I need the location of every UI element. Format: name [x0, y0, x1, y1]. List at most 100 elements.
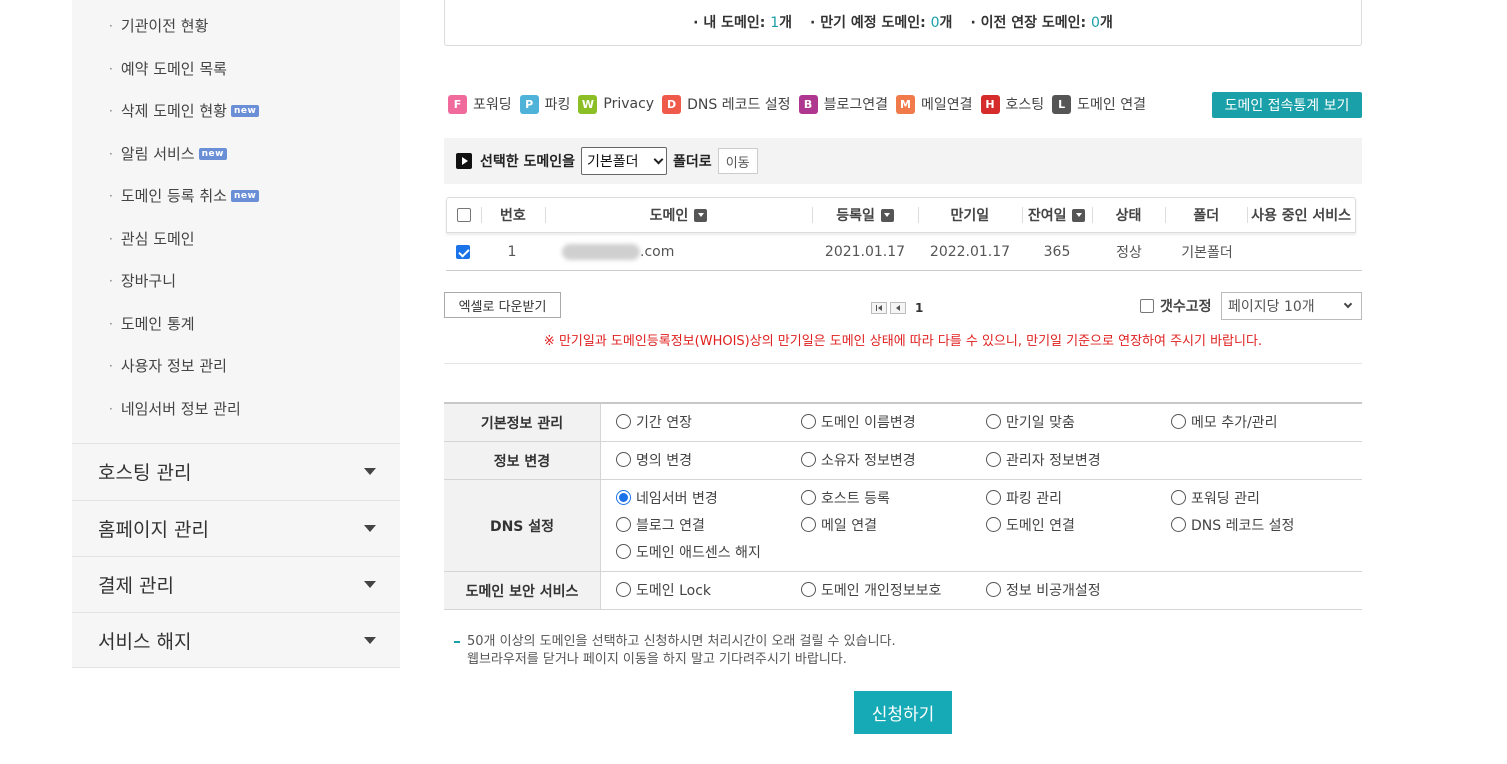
move-button[interactable]: 이동	[717, 148, 758, 174]
excel-download-button[interactable]: 엑셀로 다운받기	[444, 292, 561, 318]
sidebar-sub-item[interactable]: · 예약 도메인 목록	[109, 48, 400, 91]
radio-button[interactable]	[1171, 490, 1186, 505]
bullet: ·	[109, 19, 113, 33]
sidebar-menu[interactable]: 홈페이지 관리	[72, 500, 400, 556]
current-page[interactable]: 1	[915, 301, 923, 315]
domain-stats-button[interactable]: 도메인 접속통계 보기	[1212, 92, 1362, 118]
option-label: 메일 연결	[821, 517, 877, 534]
sidebar-menu-label: 서비스 해지	[98, 631, 192, 653]
legend-label: DNS 레코드 설정	[687, 97, 791, 113]
sidebar-sub-item[interactable]: · 장바구니	[109, 260, 400, 303]
row-registered: 2021.01.17	[824, 244, 906, 260]
folder-select[interactable]: 기본폴더	[581, 147, 668, 175]
legend-icon: P	[519, 94, 539, 114]
option-radio-item[interactable]: 도메인 연결	[986, 511, 1171, 538]
radio-button[interactable]	[986, 490, 1001, 505]
legend-label: 파킹	[544, 97, 571, 113]
apply-button[interactable]: 신청하기	[854, 691, 952, 734]
header-remaining[interactable]: 잔여일	[1021, 198, 1092, 232]
radio-button[interactable]	[986, 414, 1001, 429]
option-label: DNS 레코드 설정	[1191, 517, 1295, 534]
fix-count-toggle[interactable]: 갯수고정	[1140, 296, 1212, 316]
bullet: ·	[109, 189, 113, 203]
option-radio-item[interactable]: 만기일 맞춤	[986, 408, 1171, 435]
radio-button[interactable]	[1171, 517, 1186, 532]
prev-page-icon[interactable]	[890, 302, 906, 314]
option-radio-item[interactable]: DNS 레코드 설정	[1171, 511, 1356, 538]
radio-button[interactable]	[616, 490, 631, 505]
legend-item: F 포워딩	[448, 94, 512, 114]
option-radio-item[interactable]: 블로그 연결	[616, 511, 801, 538]
sidebar-sub-item[interactable]: · 기관이전 현황	[109, 5, 400, 48]
chevron-down-icon	[364, 525, 376, 532]
sidebar-sub-item[interactable]: · 알림 서비스 new	[109, 133, 400, 176]
option-radio-item[interactable]: 정보 비공개설정	[986, 576, 1171, 603]
fix-count-checkbox[interactable]	[1140, 299, 1154, 313]
radio-button[interactable]	[986, 582, 1001, 597]
option-radio-item[interactable]: 메모 추가/관리	[1171, 408, 1356, 435]
option-radio-item[interactable]: 네임서버 변경	[616, 484, 801, 511]
radio-button[interactable]	[986, 452, 1001, 467]
move-folder-bar: 선택한 도메인을 기본폴더 폴더로 이동	[444, 138, 1362, 184]
row-checkbox[interactable]	[456, 245, 470, 259]
sidebar-sub-item-label: 알림 서비스	[120, 144, 195, 163]
legend-item: L 도메인 연결	[1052, 94, 1146, 114]
radio-button[interactable]	[616, 582, 631, 597]
sidebar-sub-item[interactable]: · 사용자 정보 관리	[109, 345, 400, 388]
legend-item: H 호스팅	[980, 94, 1044, 114]
sidebar-menu[interactable]: 서비스 해지	[72, 612, 400, 668]
option-radio-item[interactable]: 관리자 정보변경	[986, 446, 1171, 473]
sidebar-sub-item[interactable]: · 도메인 통계	[109, 303, 400, 346]
legend-label: 메일연결	[920, 97, 973, 113]
header-domain[interactable]: 도메인	[544, 198, 812, 232]
radio-button[interactable]	[616, 452, 631, 467]
sidebar-sub-item[interactable]: · 네임서버 정보 관리	[109, 388, 400, 431]
first-page-icon[interactable]	[871, 302, 887, 314]
options-row-label: 기본정보 관리	[444, 404, 601, 441]
option-radio-item[interactable]: 도메인 Lock	[616, 576, 801, 603]
bullet: ·	[109, 274, 113, 288]
radio-button[interactable]	[616, 517, 631, 532]
option-radio-item[interactable]: 파킹 관리	[986, 484, 1171, 511]
radio-button[interactable]	[616, 414, 631, 429]
sidebar-menu[interactable]: 결제 관리	[72, 556, 400, 612]
sort-icon[interactable]	[1072, 208, 1086, 222]
option-radio-item[interactable]: 도메인 개인정보보호	[801, 576, 986, 603]
radio-button[interactable]	[801, 582, 816, 597]
radio-button[interactable]	[801, 414, 816, 429]
option-radio-item[interactable]: 기간 연장	[616, 408, 801, 435]
option-label: 메모 추가/관리	[1191, 414, 1278, 431]
sidebar-sub-item[interactable]: · 관심 도메인	[109, 218, 400, 261]
sort-icon[interactable]	[694, 208, 708, 222]
radio-button[interactable]	[616, 544, 631, 559]
legend-icon: M	[895, 94, 915, 114]
radio-button[interactable]	[801, 452, 816, 467]
sidebar-sub-item[interactable]: · 삭제 도메인 현황 new	[109, 90, 400, 133]
option-radio-item[interactable]: 메일 연결	[801, 511, 986, 538]
sidebar-sub-item-label: 관심 도메인	[120, 229, 195, 248]
option-radio-item[interactable]: 도메인 애드센스 해지	[616, 538, 801, 565]
sidebar-menu[interactable]: 호스팅 관리	[72, 443, 400, 499]
radio-button[interactable]	[986, 517, 1001, 532]
sort-icon[interactable]	[880, 208, 894, 222]
per-page-select[interactable]: 페이지당 10개	[1221, 292, 1362, 320]
new-badge: new	[198, 147, 227, 160]
info-line-2: 웹브라우저를 닫거나 페이지 이동을 하지 말고 기다려주시기 바랍니다.	[467, 652, 847, 667]
radio-button[interactable]	[801, 517, 816, 532]
option-radio-item[interactable]: 소유자 정보변경	[801, 446, 986, 473]
header-status: 상태	[1091, 198, 1166, 232]
row-domain[interactable]: .com	[544, 234, 812, 270]
radio-button[interactable]	[801, 490, 816, 505]
option-radio-item[interactable]: 도메인 이름변경	[801, 408, 986, 435]
option-radio-item[interactable]: 호스트 등록	[801, 484, 986, 511]
header-registered[interactable]: 등록일	[812, 198, 918, 232]
sidebar-sub-item[interactable]: · 도메인 등록 취소 new	[109, 175, 400, 218]
redacted-domain	[562, 244, 640, 260]
option-radio-item[interactable]: 명의 변경	[616, 446, 801, 473]
select-all-checkbox[interactable]	[456, 208, 471, 222]
select-all-cell	[447, 198, 481, 232]
radio-button[interactable]	[1171, 414, 1186, 429]
option-radio-item[interactable]: 포워딩 관리	[1171, 484, 1356, 511]
sidebar-sub-item-label: 도메인 통계	[120, 314, 195, 333]
option-label: 명의 변경	[636, 452, 692, 469]
